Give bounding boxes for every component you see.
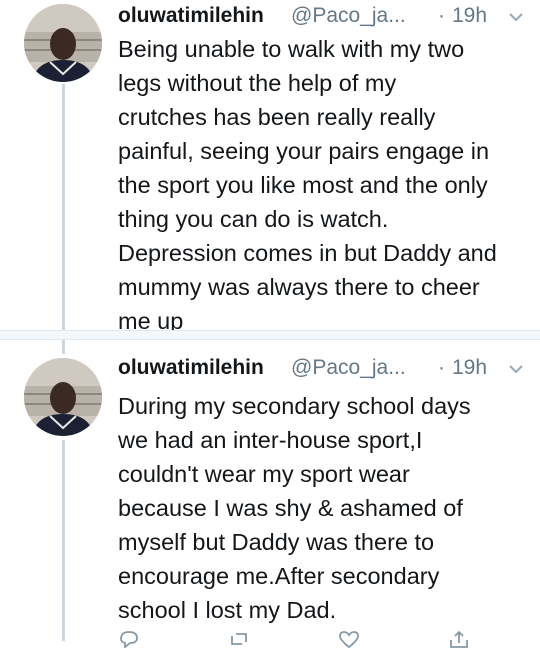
thread-line [62, 84, 65, 330]
tweet-header: oluwatimilehin @Paco_ja... · 19h [118, 4, 528, 32]
heart-icon[interactable] [338, 630, 360, 648]
chevron-down-icon[interactable] [508, 362, 524, 376]
thread-line [62, 340, 65, 354]
tweet-text: Being unable to walk with my two legs wi… [118, 36, 497, 334]
tweet-separator [0, 330, 540, 340]
tweet-actions [118, 630, 518, 650]
timestamp[interactable]: 19h [452, 4, 487, 28]
avatar[interactable] [24, 358, 102, 436]
share-icon[interactable] [448, 630, 470, 648]
chevron-down-icon[interactable] [508, 10, 524, 24]
thread-line [62, 440, 65, 641]
avatar[interactable] [24, 4, 102, 82]
timestamp[interactable]: 19h [452, 356, 487, 380]
retweet-icon[interactable] [228, 630, 250, 648]
separator-dot: · [438, 4, 445, 27]
username-handle[interactable]: @Paco_ja... [291, 4, 406, 28]
avatar-image [24, 358, 102, 436]
tweet[interactable]: oluwatimilehin @Paco_ja... · 19h Being u… [0, 0, 540, 334]
tweet-header: oluwatimilehin @Paco_ja... · 19h [118, 356, 528, 384]
display-name[interactable]: oluwatimilehin [118, 4, 264, 28]
username-handle[interactable]: @Paco_ja... [291, 356, 406, 380]
tweet[interactable]: oluwatimilehin @Paco_ja... · 19h During … [0, 340, 540, 641]
display-name[interactable]: oluwatimilehin [118, 356, 264, 380]
separator-dot: · [438, 356, 445, 379]
tweet-text: During my secondary school days we had a… [118, 393, 471, 623]
avatar-image [24, 4, 102, 82]
reply-icon[interactable] [118, 630, 140, 648]
